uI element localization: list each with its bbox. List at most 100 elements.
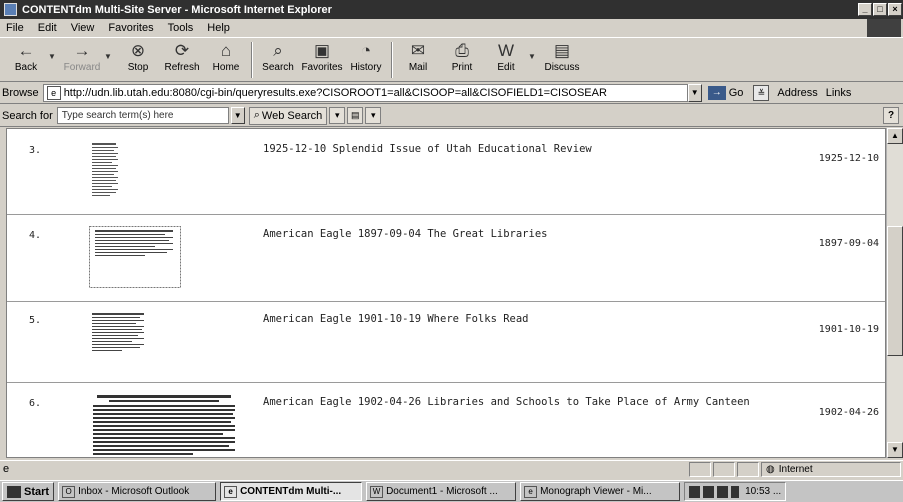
discuss-button[interactable]: ▤ Discuss (540, 38, 584, 82)
result-thumbnail[interactable] (89, 141, 121, 199)
forward-dropdown[interactable]: ▼ (104, 38, 116, 61)
menu-tools[interactable]: Tools (168, 22, 194, 34)
search-options-button[interactable]: ▾ (329, 107, 346, 124)
menu-file[interactable]: File (6, 22, 24, 34)
refresh-icon: ⟳ (174, 41, 190, 60)
edit-dropdown[interactable]: ▼ (528, 38, 540, 61)
security-zone: ◍ Internet (761, 462, 901, 477)
maximize-button[interactable]: □ (873, 3, 887, 16)
result-row: 4. American Eagle 1897-09-04 The Great L… (7, 216, 885, 302)
taskbar-item-monograph-viewer[interactable]: e Monograph Viewer - Mi... (520, 482, 681, 501)
taskbar: Start O Inbox - Microsoft Outlook e CONT… (0, 480, 903, 502)
menu-help[interactable]: Help (207, 22, 230, 34)
ie-logo-icon (4, 3, 17, 16)
vertical-scrollbar[interactable]: ▲ ▼ (886, 128, 903, 458)
go-arrow-icon: → (707, 85, 726, 100)
back-dropdown[interactable]: ▼ (48, 38, 60, 61)
browse-label: Browse (2, 86, 39, 99)
ie-icon: e (224, 485, 238, 498)
result-date: 1925-12-10 (818, 153, 879, 164)
result-date: 1897-09-04 (818, 238, 879, 249)
favorites-icon: ▣ (313, 41, 331, 60)
outlook-icon: O (62, 485, 76, 498)
result-row: 5. American Eagle 1901-10-19 Where Folks… (7, 303, 885, 383)
globe-icon: ◍ (766, 464, 775, 475)
result-title-link[interactable]: American Eagle 1902-04-26 Libraries and … (263, 396, 750, 408)
help-button[interactable]: ? (883, 107, 899, 124)
close-button[interactable]: × (888, 3, 902, 16)
throbber-logo-icon (867, 19, 901, 37)
magnifier-icon: ⌕ (253, 109, 260, 121)
forward-button[interactable]: → Forward (60, 38, 104, 82)
system-tray: 10:53 ... (684, 482, 787, 501)
result-date: 1901-10-19 (818, 324, 879, 335)
taskbar-item-outlook[interactable]: O Inbox - Microsoft Outlook (58, 482, 217, 501)
toolbar-separator (391, 42, 393, 78)
links-label[interactable]: Links (826, 87, 852, 99)
page-status-icon: e (3, 462, 10, 475)
status-pane (689, 462, 711, 477)
address-label: Address (777, 86, 818, 99)
web-search-button[interactable]: ⌕ Web Search (248, 106, 328, 125)
favorites-button[interactable]: ▣ Favorites (300, 38, 344, 82)
history-icon: ◔ (360, 41, 372, 60)
word-icon: W (370, 485, 384, 498)
menu-view[interactable]: View (71, 22, 95, 34)
title-bar: CONTENTdm Multi-Site Server - Microsoft … (0, 0, 903, 19)
result-number: 6. (29, 398, 42, 409)
toolbar-separator (251, 42, 253, 78)
scroll-up-arrow-icon[interactable]: ▲ (887, 128, 903, 144)
taskbar-item-contentdm[interactable]: e CONTENTdm Multi-... (220, 482, 363, 501)
edit-button[interactable]: W Edit (484, 38, 528, 82)
taskbar-item-document1[interactable]: W Document1 - Microsoft ... (366, 482, 517, 501)
home-icon: ⌂ (220, 41, 232, 60)
print-button[interactable]: ⎙ Print (440, 38, 484, 82)
highlight-icon[interactable]: ▤ (347, 107, 364, 124)
standard-toolbar: ← Back ▼ → Forward ▼ ⊗ Stop ⟳ Refresh ⌂ … (0, 37, 903, 82)
home-button[interactable]: ⌂ Home (204, 38, 248, 82)
menu-edit[interactable]: Edit (38, 22, 57, 34)
stop-button[interactable]: ⊗ Stop (116, 38, 160, 82)
scroll-down-arrow-icon[interactable]: ▼ (887, 442, 903, 458)
search-for-label: Search for (2, 109, 53, 122)
result-thumbnail[interactable] (89, 392, 239, 458)
stop-icon: ⊗ (130, 41, 146, 60)
result-title-link[interactable]: 1925-12-10 Splendid Issue of Utah Educat… (263, 143, 592, 155)
mail-button[interactable]: ✉ Mail (396, 38, 440, 82)
result-thumbnail[interactable] (89, 226, 181, 288)
history-button[interactable]: ◔ History (344, 38, 388, 82)
address-field[interactable]: e http://udn.lib.utah.edu:8080/cgi-bin/q… (42, 83, 688, 102)
address-bar: Browse e http://udn.lib.utah.edu:8080/cg… (0, 82, 903, 104)
result-thumbnail[interactable] (89, 311, 147, 357)
back-arrow-icon: ← (17, 41, 35, 60)
clock: 10:53 ... (745, 486, 782, 497)
menu-favorites[interactable]: Favorites (108, 22, 153, 34)
search-options-button[interactable]: ▾ (365, 107, 382, 124)
discuss-icon: ▤ (553, 41, 571, 60)
address-dropdown[interactable]: ▼ (687, 83, 702, 102)
go-button[interactable]: → Go (707, 85, 743, 100)
result-number: 3. (29, 145, 42, 156)
search-input[interactable]: Type search term(s) here (56, 107, 229, 124)
status-pane (737, 462, 759, 477)
start-button[interactable]: Start (2, 482, 55, 501)
search-toolbar: Search for Type search term(s) here ▼ ⌕ … (0, 105, 903, 127)
result-title-link[interactable]: American Eagle 1901-10-19 Where Folks Re… (263, 313, 529, 325)
scroll-thumb[interactable] (887, 226, 903, 356)
toolbar-grip-icon[interactable]: ≚ (753, 84, 770, 101)
ie-icon: e (524, 485, 538, 498)
result-title-link[interactable]: American Eagle 1897-09-04 The Great Libr… (263, 228, 547, 240)
search-button[interactable]: ⌕ Search (256, 38, 300, 82)
forward-arrow-icon: → (73, 41, 91, 60)
result-number: 5. (29, 315, 42, 326)
refresh-button[interactable]: ⟳ Refresh (160, 38, 204, 82)
minimize-button[interactable]: _ (858, 3, 872, 16)
status-bar: e ◍ Internet (0, 460, 903, 478)
mail-icon: ✉ (410, 41, 426, 60)
back-button[interactable]: ← Back (4, 38, 48, 82)
window-title: CONTENTdm Multi-Site Server - Microsoft … (22, 3, 332, 16)
search-dropdown[interactable]: ▼ (230, 107, 245, 124)
printer-icon: ⎙ (455, 41, 469, 60)
result-row: 3. 1925-12-10 Splendid Issue of Utah Edu… (7, 129, 885, 215)
tray-icons[interactable] (689, 485, 740, 498)
